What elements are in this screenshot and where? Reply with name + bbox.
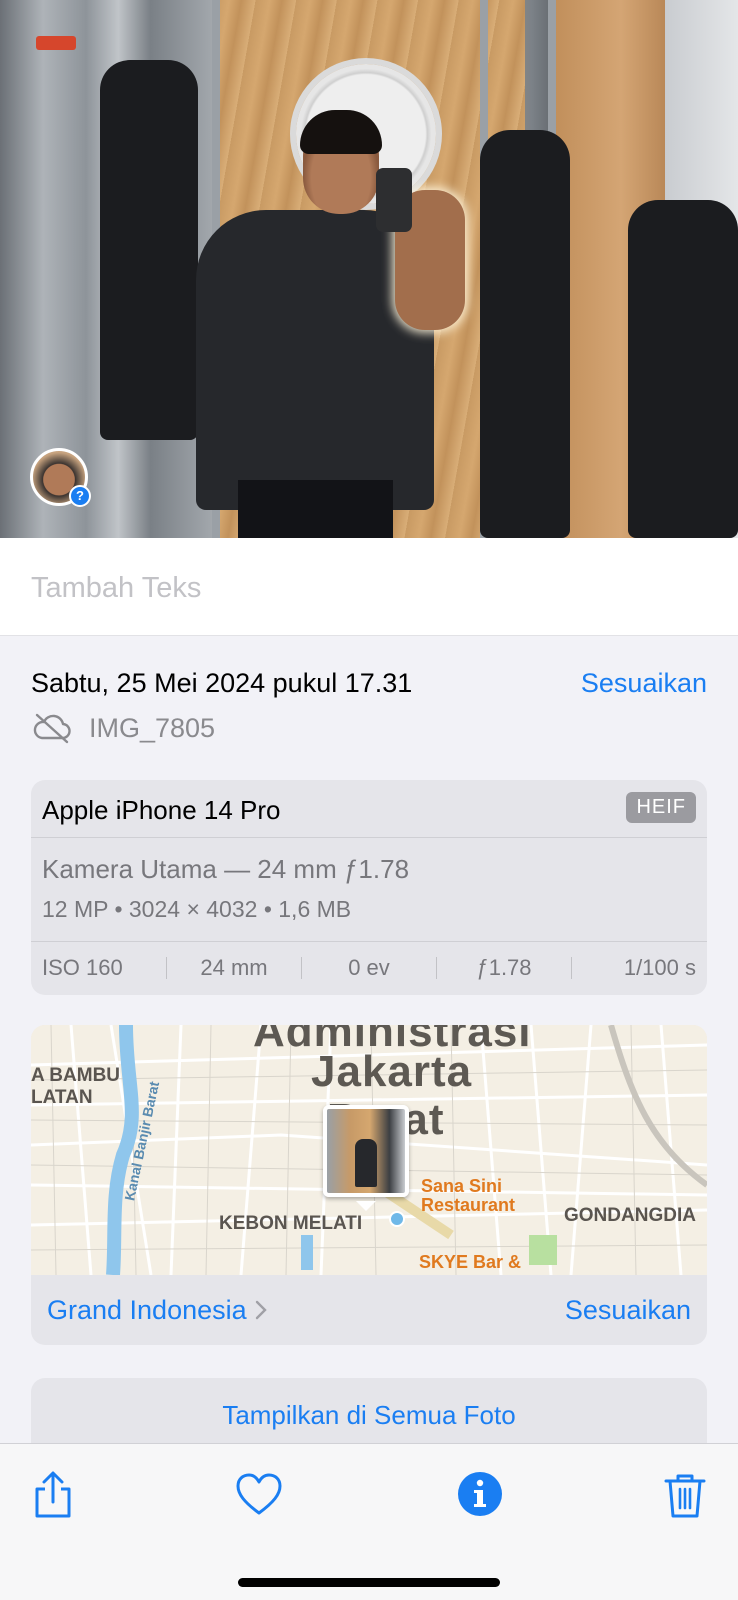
location-footer: Grand Indonesia Sesuaikan xyxy=(31,1275,707,1345)
map-label-jakarta: Jakarta xyxy=(311,1047,473,1096)
device-info-card: Apple iPhone 14 Pro HEIF Kamera Utama — … xyxy=(31,780,707,995)
capture-date: Sabtu, 25 Mei 2024 pukul 17.31 xyxy=(31,668,413,698)
exif-focal-length: 24 mm xyxy=(200,955,268,980)
device-details: Kamera Utama — 24 mm ƒ1.78 12 MP • 3024 … xyxy=(31,838,707,942)
lens-info: Kamera Utama — 24 mm ƒ1.78 xyxy=(42,854,410,884)
question-badge-icon: ? xyxy=(69,485,91,507)
map-location-pin-icon xyxy=(389,1211,405,1227)
photo-hook xyxy=(36,36,76,50)
info-icon[interactable] xyxy=(454,1468,506,1520)
map-label-gondangdia: GONDANGDIA xyxy=(564,1205,696,1226)
filename: IMG_7805 xyxy=(89,712,216,743)
share-icon[interactable] xyxy=(28,1470,78,1520)
map-label-bambu: A BAMBU xyxy=(31,1065,121,1086)
photo-coat xyxy=(480,130,570,538)
photo-coat xyxy=(628,200,738,538)
exif-aperture: ƒ1.78 xyxy=(476,955,532,980)
photo-view[interactable]: ? xyxy=(0,0,738,538)
map-poi-sana-sini: Sana Sini Restaurant xyxy=(421,1176,516,1215)
adjust-date-button[interactable]: Sesuaikan xyxy=(581,668,707,699)
chevron-right-icon xyxy=(255,1300,267,1320)
location-place-link[interactable]: Grand Indonesia xyxy=(47,1295,268,1326)
photo-phone xyxy=(376,168,412,232)
place-name: Grand Indonesia xyxy=(47,1295,247,1325)
map-photo-thumbnail[interactable] xyxy=(323,1105,409,1197)
photo-person-legs xyxy=(238,480,393,538)
exif-row: ISO 160 24 mm 0 ev ƒ1.78 1/100 s xyxy=(31,942,707,994)
bottom-toolbar xyxy=(0,1443,738,1600)
show-all-label: Tampilkan di Semua Foto xyxy=(222,1400,516,1430)
map-label-kebon-melati: KEBON MELATI xyxy=(219,1213,363,1234)
trash-icon[interactable] xyxy=(660,1470,710,1520)
image-specs: 12 MP • 3024 × 4032 • 1,6 MB xyxy=(42,896,352,922)
exif-iso: ISO 160 xyxy=(42,955,123,980)
adjust-location-button[interactable]: Sesuaikan xyxy=(565,1295,691,1326)
map-poi-skye: SKYE Bar & xyxy=(419,1252,522,1272)
format-badge: HEIF xyxy=(626,792,696,823)
thumbnail-person xyxy=(355,1139,377,1187)
home-indicator[interactable] xyxy=(238,1578,500,1587)
face-avatar-button[interactable]: ? xyxy=(30,448,91,507)
exif-exposure: 0 ev xyxy=(348,955,390,980)
caption-field[interactable]: Tambah Teks xyxy=(0,538,738,636)
heart-icon[interactable] xyxy=(234,1470,284,1520)
location-map[interactable]: Administrasi Jakarta Barat A BAMBU LATAN… xyxy=(31,1025,707,1275)
photo-coat xyxy=(100,60,198,440)
exif-shutter: 1/100 s xyxy=(623,955,696,980)
filename-row: IMG_7805 xyxy=(31,712,215,744)
icloud-slash-icon xyxy=(33,713,71,744)
map-thumbnail-pointer xyxy=(356,1201,376,1211)
caption-placeholder: Tambah Teks xyxy=(31,572,202,604)
map-label-latan: LATAN xyxy=(31,1087,93,1108)
device-name: Apple iPhone 14 Pro xyxy=(42,795,281,825)
location-card: Administrasi Jakarta Barat A BAMBU LATAN… xyxy=(31,1025,707,1345)
device-header: Apple iPhone 14 Pro HEIF xyxy=(31,780,707,838)
